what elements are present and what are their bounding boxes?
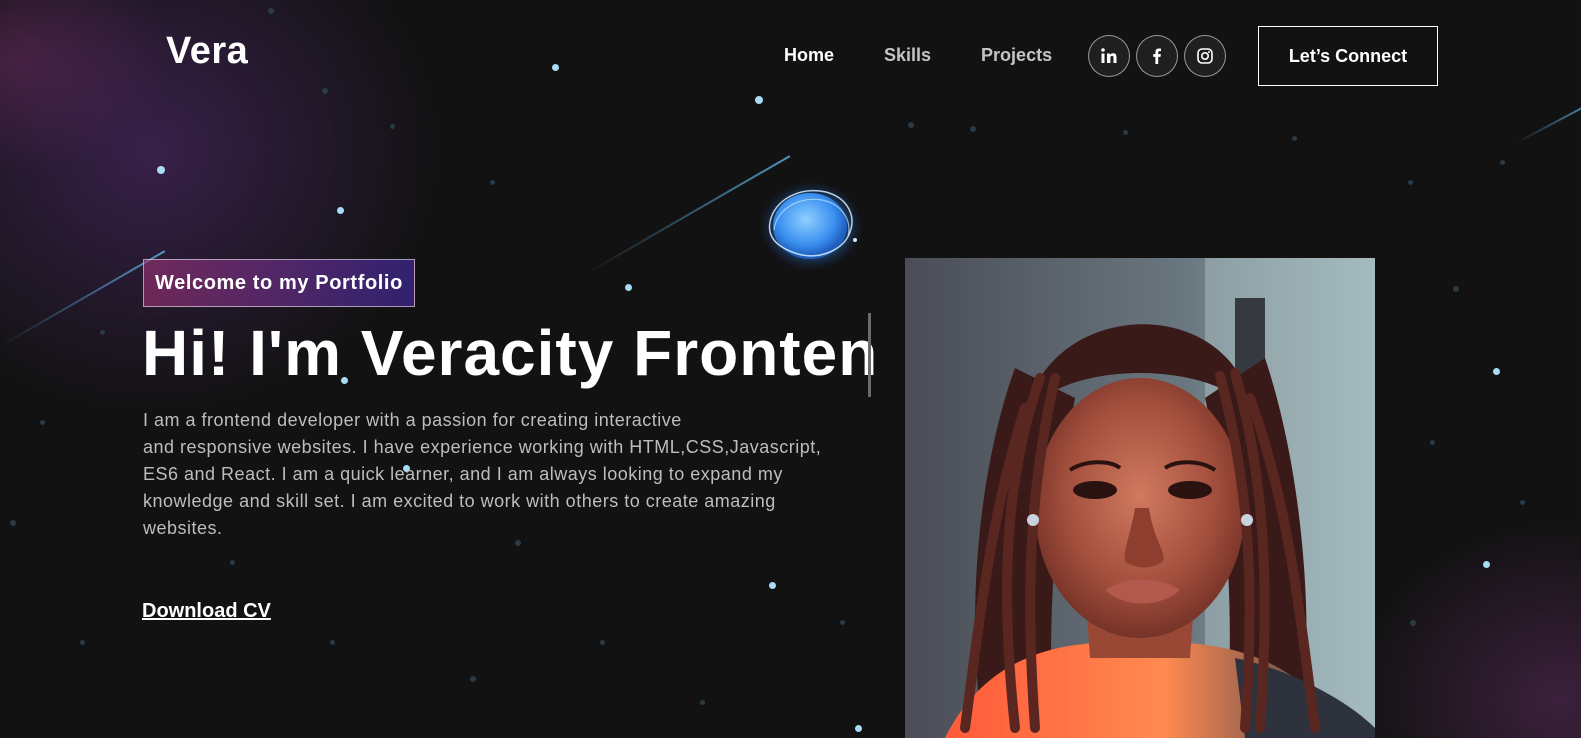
star (1410, 620, 1416, 626)
star (80, 640, 85, 645)
planet-orb-icon (759, 181, 863, 271)
description-line: websites. (143, 518, 223, 538)
top-navbar: Vera Home Skills Projects Let’s Connect (0, 0, 1581, 112)
portrait-illustration (905, 258, 1375, 738)
star (1500, 160, 1505, 165)
site-logo[interactable]: Vera (166, 30, 248, 73)
linkedin-icon (1101, 48, 1117, 63)
star (700, 700, 705, 705)
lets-connect-button[interactable]: Let’s Connect (1258, 26, 1438, 86)
shooting-star (0, 250, 166, 347)
nav-links: Home Skills Projects (784, 45, 1052, 66)
facebook-icon (1153, 48, 1161, 64)
star (470, 676, 476, 682)
linkedin-button[interactable] (1088, 35, 1130, 77)
profile-photo (905, 258, 1375, 738)
star (1493, 368, 1500, 375)
typing-cursor (868, 313, 871, 397)
star (1123, 130, 1128, 135)
description-line: ES6 and React. I am a quick learner, and… (143, 464, 783, 484)
download-cv-link[interactable]: Download CV (142, 600, 271, 623)
star (600, 640, 605, 645)
hero-title: Hi! I'm Veracity Fronten (142, 317, 879, 389)
facebook-button[interactable] (1136, 35, 1178, 77)
star (1292, 136, 1297, 141)
star (1408, 180, 1413, 185)
star (230, 560, 235, 565)
nav-link-home[interactable]: Home (784, 45, 834, 66)
hero-description: I am a frontend developer with a passion… (143, 407, 863, 542)
star (908, 122, 914, 128)
star (100, 330, 105, 335)
star (625, 284, 632, 291)
star (840, 620, 845, 625)
star (1430, 440, 1435, 445)
star (490, 180, 495, 185)
social-icons (1088, 35, 1226, 77)
star (1483, 561, 1490, 568)
description-line: knowledge and skill set. I am excited to… (143, 491, 776, 511)
star (1520, 500, 1525, 505)
instagram-icon (1197, 48, 1213, 64)
description-line: I am a frontend developer with a passion… (143, 410, 682, 430)
star (970, 126, 976, 132)
description-line: and responsive websites. I have experien… (143, 437, 822, 457)
star (855, 725, 862, 732)
star (1453, 286, 1459, 292)
star (40, 420, 45, 425)
star (157, 166, 165, 174)
star (337, 207, 344, 214)
welcome-tagline: Welcome to my Portfolio (143, 259, 415, 307)
star (330, 640, 335, 645)
star (390, 124, 395, 129)
star (769, 582, 776, 589)
instagram-button[interactable] (1184, 35, 1226, 77)
star (10, 520, 16, 526)
nav-link-projects[interactable]: Projects (981, 45, 1052, 66)
nav-link-skills[interactable]: Skills (884, 45, 931, 66)
